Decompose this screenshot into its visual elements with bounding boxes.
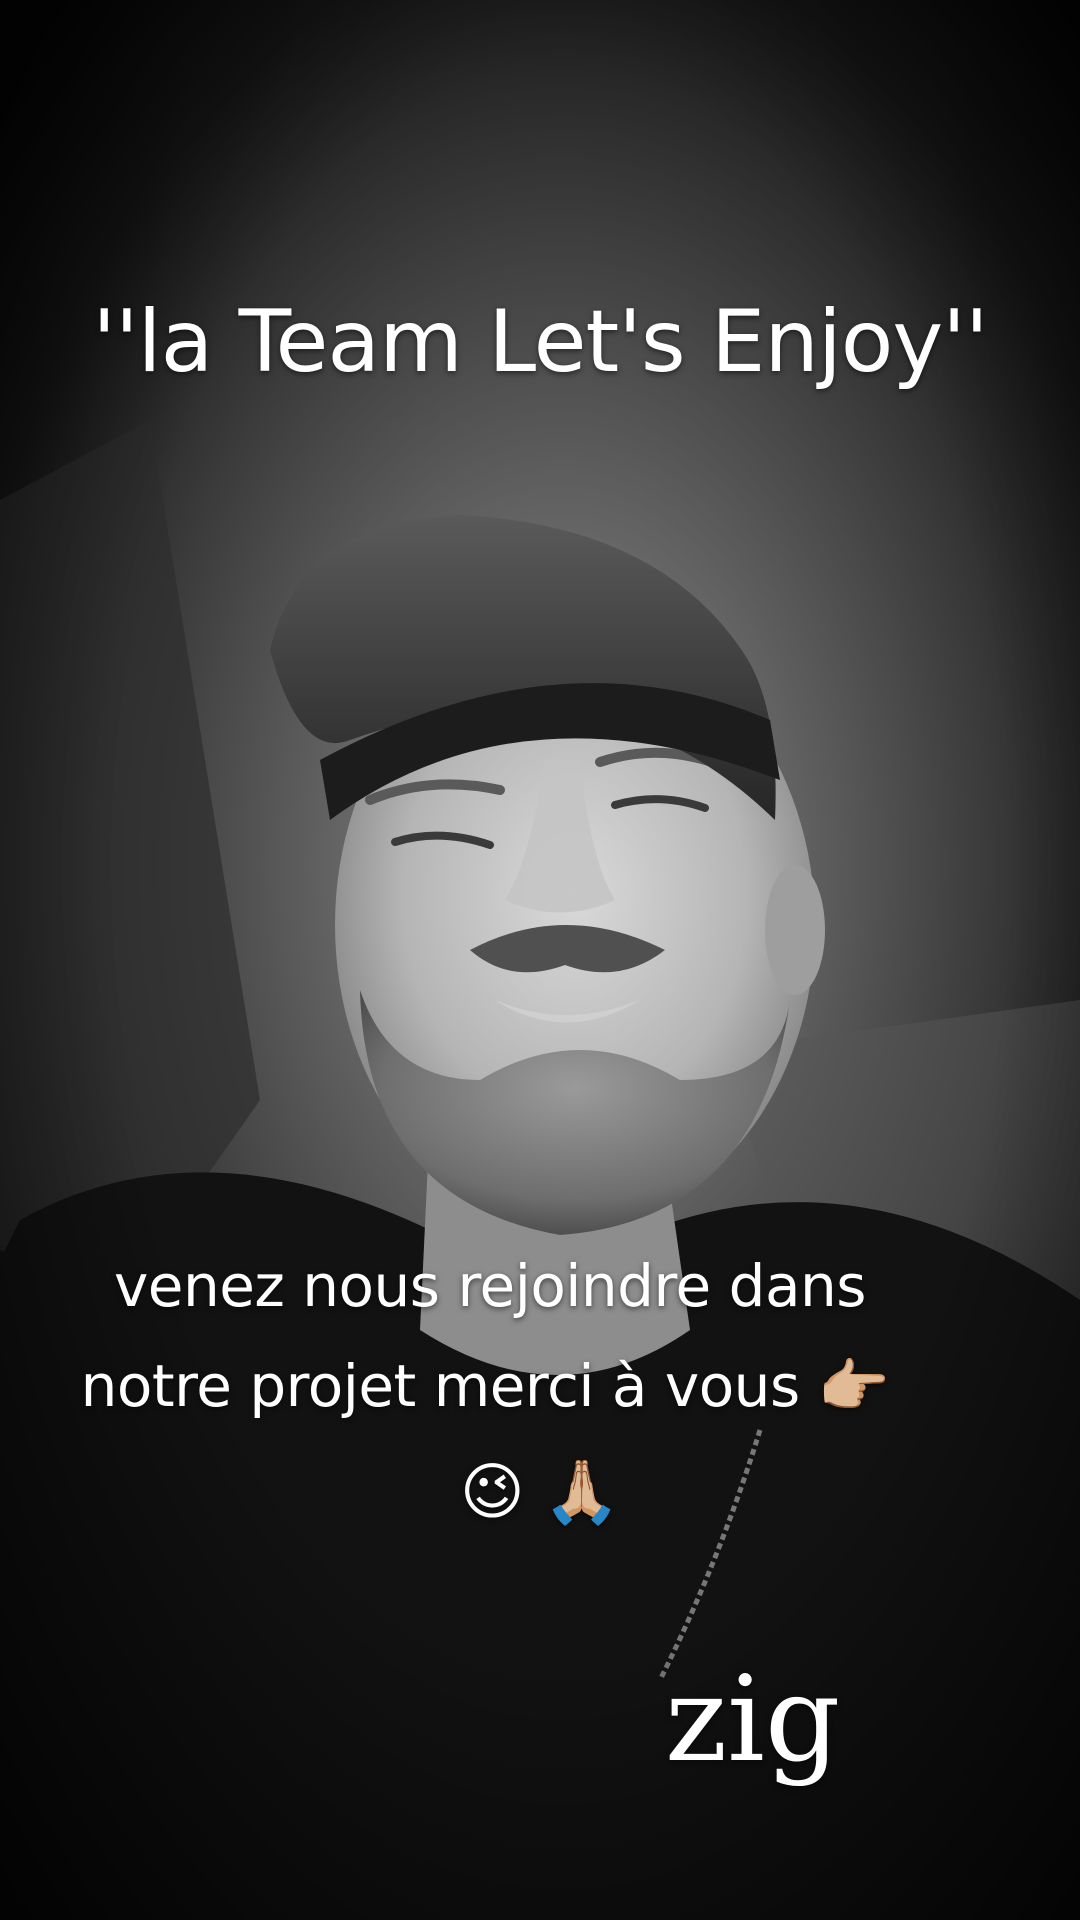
pray-emoji-icon: 🙏🏼 xyxy=(543,1455,621,1528)
caption-line-1: venez nous rejoindre dans xyxy=(113,1252,867,1320)
pointing-emoji-icon: 👉🏼 xyxy=(817,1352,890,1420)
video-title: ''la Team Let's Enjoy'' xyxy=(92,292,988,392)
portrait-photo xyxy=(0,0,1080,1920)
wink-emoji-icon: 😉 xyxy=(459,1455,525,1528)
caption-line-3: 😉 🙏🏼 xyxy=(0,1455,1080,1529)
caption-line-2-text: notre projet merci à vous xyxy=(80,1352,801,1420)
signature-watermark: zig xyxy=(665,1650,841,1788)
caption-line-2: notre projet merci à vous 👉🏼 xyxy=(0,1352,1025,1421)
video-frame: ''la Team Let's Enjoy'' venez nous rejoi… xyxy=(0,0,1080,1920)
